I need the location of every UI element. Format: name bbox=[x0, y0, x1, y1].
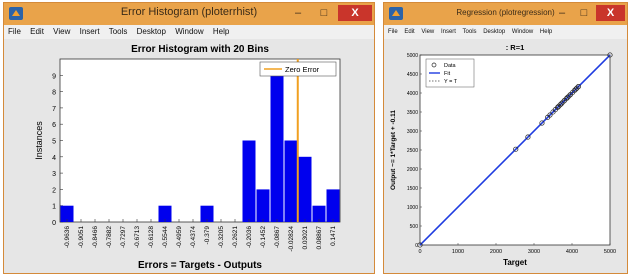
menu-insert[interactable]: Insert bbox=[80, 27, 100, 36]
y-tick-label: 5000 bbox=[407, 53, 418, 59]
error-histogram-window: Error Histogram (ploterrhist) – □ X File… bbox=[3, 2, 375, 274]
menu-tools[interactable]: Tools bbox=[463, 29, 477, 35]
x-tick-label: 2000 bbox=[490, 249, 502, 255]
x-tick-label: 3000 bbox=[528, 249, 540, 255]
menu-window[interactable]: Window bbox=[175, 27, 203, 36]
y-tick-label: 0 bbox=[52, 220, 56, 227]
histogram-bar bbox=[298, 156, 312, 222]
menu-view[interactable]: View bbox=[53, 27, 70, 36]
x-tick-label: 1000 bbox=[452, 249, 464, 255]
legend-identity-label: Y = T bbox=[444, 79, 458, 85]
window-titlebar[interactable]: Regression (plotregression) – □ X bbox=[384, 3, 627, 25]
y-tick-label: 1 bbox=[52, 204, 56, 211]
menu-file[interactable]: File bbox=[388, 29, 398, 35]
y-tick-label: 9 bbox=[52, 73, 56, 80]
x-tick-label: -0.9051 bbox=[78, 226, 85, 248]
menu-desktop[interactable]: Desktop bbox=[137, 27, 166, 36]
maximize-button[interactable]: □ bbox=[574, 5, 594, 21]
y-tick-label: 8 bbox=[52, 90, 56, 97]
menu-help[interactable]: Help bbox=[213, 27, 229, 36]
y-tick-label: 7 bbox=[52, 106, 56, 113]
x-axis-label: Errors = Targets - Outputs bbox=[138, 260, 262, 271]
menu-edit[interactable]: Edit bbox=[30, 27, 44, 36]
y-tick-label: 5 bbox=[52, 139, 56, 146]
y-tick-label: 4500 bbox=[407, 72, 418, 78]
menu-view[interactable]: View bbox=[421, 29, 434, 35]
histogram-bar bbox=[270, 75, 284, 222]
menu-insert[interactable]: Insert bbox=[441, 29, 456, 35]
menu-tools[interactable]: Tools bbox=[109, 27, 128, 36]
x-tick-label: -0.1452 bbox=[260, 226, 267, 248]
y-tick-label: 3500 bbox=[407, 110, 418, 116]
error-histogram-chart: Error Histogram with 20 Bins Errors = Tar… bbox=[34, 44, 341, 271]
legend-zero-error-label: Zero Error bbox=[285, 65, 320, 74]
y-tick-label: 1500 bbox=[407, 186, 418, 192]
window-titlebar[interactable]: Error Histogram (ploterrhist) – □ X bbox=[4, 3, 374, 25]
maximize-button[interactable]: □ bbox=[312, 5, 336, 21]
regression-window: Regression (plotregression) – □ X File E… bbox=[383, 2, 628, 274]
menu-bar: File Edit View Insert Tools Desktop Wind… bbox=[384, 25, 627, 39]
close-button[interactable]: X bbox=[338, 5, 372, 21]
x-tick-label: -0.9636 bbox=[64, 226, 71, 248]
x-tick-label: 5000 bbox=[604, 249, 616, 255]
figure-area: : R=1 Target Output ~= 1*Target + -0.11 0 50… bbox=[384, 39, 627, 273]
x-tick-label: 0.03021 bbox=[302, 226, 309, 250]
y-tick-label: 6 bbox=[52, 122, 56, 129]
y-tick-label: 4000 bbox=[407, 91, 418, 97]
close-button[interactable]: X bbox=[596, 5, 625, 21]
legend-fit-label: Fit bbox=[444, 71, 451, 77]
x-tick-label: -0.5544 bbox=[162, 226, 169, 248]
menu-bar: File Edit View Insert Tools Desktop Wind… bbox=[4, 25, 374, 39]
menu-file[interactable]: File bbox=[8, 27, 21, 36]
histogram-bar bbox=[284, 140, 298, 222]
menu-desktop[interactable]: Desktop bbox=[483, 29, 505, 35]
y-tick-label: 2000 bbox=[407, 167, 418, 173]
histogram-bar bbox=[242, 140, 256, 222]
x-tick-label: -0.7882 bbox=[106, 226, 113, 248]
x-tick-label: -0.379 bbox=[204, 226, 211, 245]
histogram-bar bbox=[326, 189, 340, 222]
y-tick-label: 1000 bbox=[407, 205, 418, 211]
menu-help[interactable]: Help bbox=[540, 29, 552, 35]
chart-title: Error Histogram with 20 Bins bbox=[131, 44, 269, 55]
minimize-button[interactable]: – bbox=[552, 5, 572, 21]
menu-edit[interactable]: Edit bbox=[404, 29, 414, 35]
x-tick-label: 0.08867 bbox=[316, 226, 323, 250]
y-tick-label: 500 bbox=[410, 224, 419, 230]
x-tick-label: -0.4959 bbox=[176, 226, 183, 248]
y-tick-label: 2 bbox=[52, 187, 56, 194]
y-tick-label: 2500 bbox=[407, 148, 418, 154]
x-tick-label: -0.2621 bbox=[232, 226, 239, 248]
x-tick-label: -0.6713 bbox=[134, 226, 141, 248]
x-tick-label: -0.3205 bbox=[218, 226, 225, 248]
chart-title: : R=1 bbox=[506, 43, 525, 52]
regression-chart: : R=1 Target Output ~= 1*Target + -0.11 0 50… bbox=[390, 43, 616, 267]
x-tick-label: -0.0867 bbox=[274, 226, 281, 248]
histogram-bar bbox=[256, 189, 270, 222]
y-axis-label: Instances bbox=[34, 121, 44, 160]
x-axis-label: Target bbox=[503, 258, 527, 267]
minimize-button[interactable]: – bbox=[286, 5, 310, 21]
x-tick-label: -0.2036 bbox=[246, 226, 253, 248]
y-tick-label: 3 bbox=[52, 171, 56, 178]
x-tick-label: 0.1471 bbox=[330, 226, 337, 246]
x-tick-label: 0 bbox=[418, 249, 421, 255]
y-tick-label: 3000 bbox=[407, 129, 418, 135]
x-tick-label: -0.6128 bbox=[148, 226, 155, 248]
figure-area: Error Histogram with 20 Bins Errors = Tar… bbox=[4, 39, 374, 273]
menu-window[interactable]: Window bbox=[512, 29, 533, 35]
x-tick-label: -0.02824 bbox=[288, 226, 295, 252]
x-tick-label: -0.4374 bbox=[190, 226, 197, 248]
legend-data-label: Data bbox=[444, 63, 457, 69]
x-tick-label: 4000 bbox=[566, 249, 578, 255]
y-axis-label: Output ~= 1*Target + -0.11 bbox=[390, 110, 397, 190]
y-tick-label: 4 bbox=[52, 155, 56, 162]
x-tick-label: -0.8466 bbox=[92, 226, 99, 248]
x-tick-label: -0.7297 bbox=[120, 226, 127, 248]
